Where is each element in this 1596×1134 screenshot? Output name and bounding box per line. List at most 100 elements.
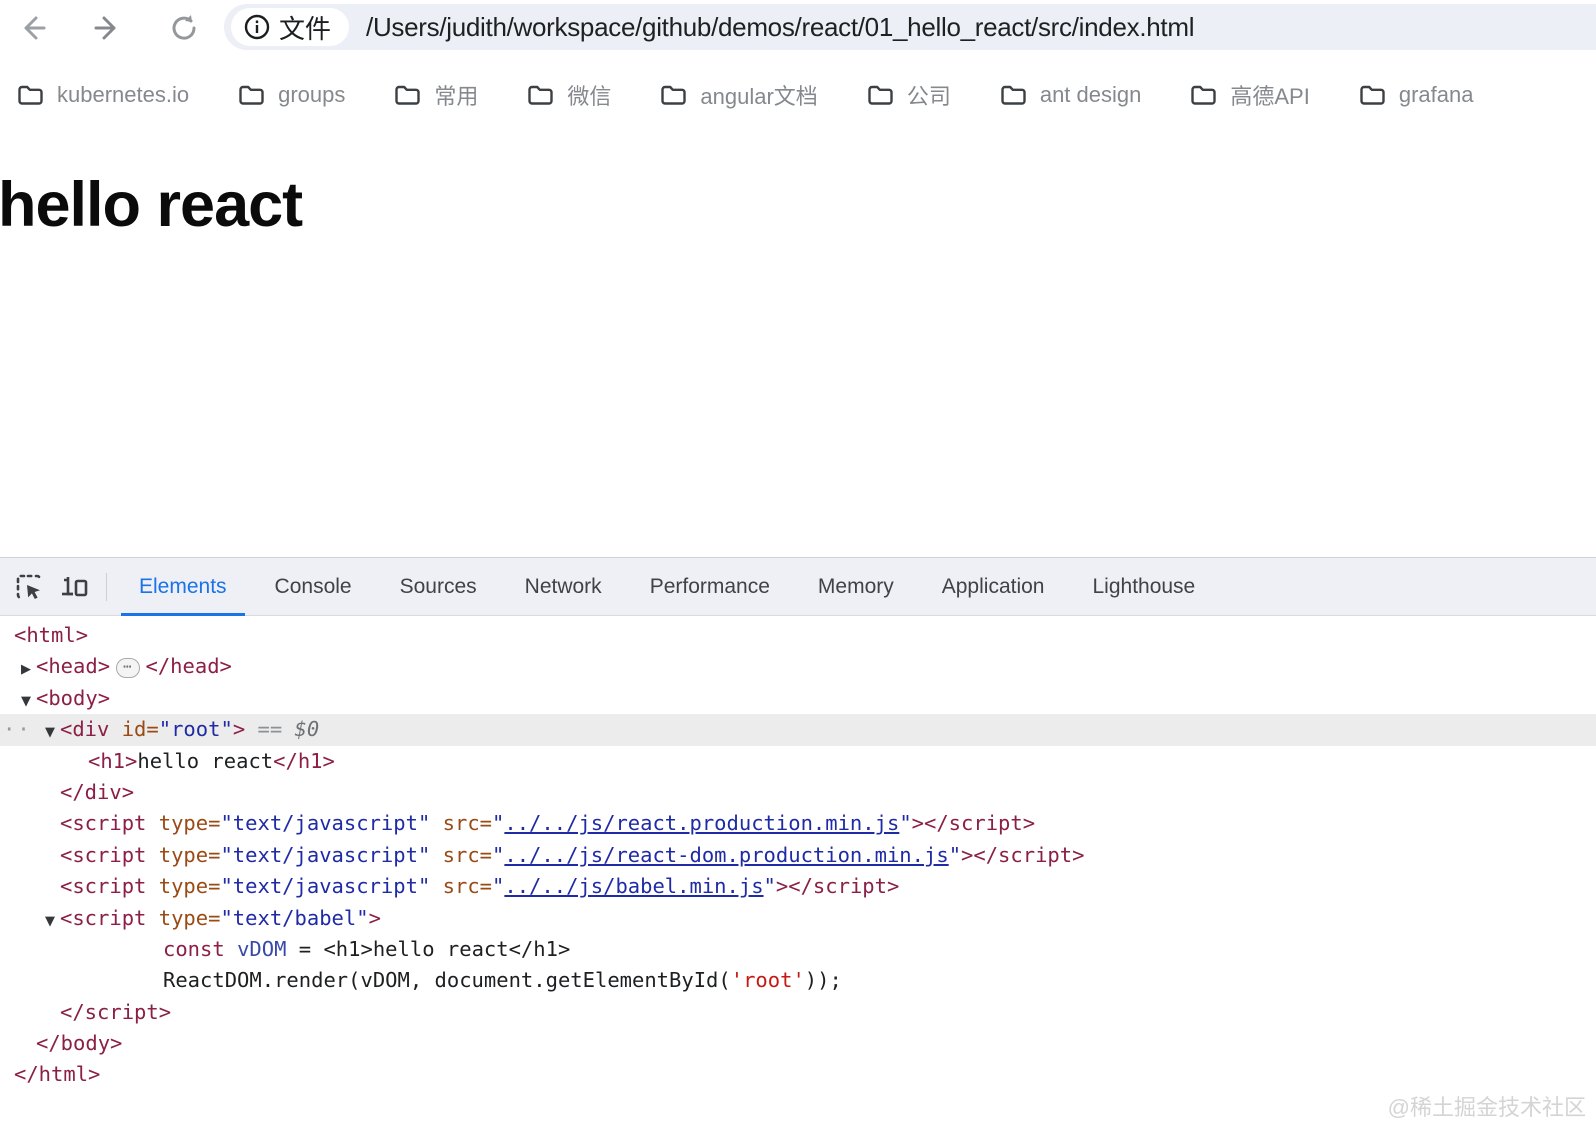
bookmark-label: ant design <box>1039 81 1142 107</box>
devtools-tree-row[interactable]: const vDOM = <h1>hello react</h1> <box>0 934 1596 965</box>
bookmark-item[interactable]: 常用 <box>394 79 478 111</box>
tab-elements[interactable]: Elements <box>115 558 251 616</box>
bookmark-label: 常用 <box>434 83 479 109</box>
code-token: </script> <box>60 999 172 1024</box>
code-token: = <h1>hello react</h1> <box>286 936 571 961</box>
devtools-tree-row[interactable]: </div> <box>0 777 1596 808</box>
code-token: vDOM <box>237 936 287 961</box>
gutter-marker: ·· <box>3 717 32 742</box>
code-token: )); <box>804 968 842 993</box>
reload-icon <box>168 12 200 44</box>
chevron-down-icon[interactable]: ▼ <box>40 906 60 937</box>
bookmark-item[interactable]: groups <box>238 82 345 108</box>
code-token: src= <box>442 842 493 867</box>
expand-inline-icon[interactable]: ⋯ <box>116 658 140 679</box>
code-token: type= <box>158 874 221 899</box>
back-icon <box>16 12 48 44</box>
resource-link[interactable]: ../../js/babel.min.js <box>504 874 763 898</box>
code-token: ></script> <box>961 842 1085 867</box>
bookmark-item[interactable]: angular文档 <box>660 79 818 111</box>
code-token: </body> <box>36 1031 123 1056</box>
devtools-tree-row[interactable]: ▼ <script type="text/babel"> <box>0 903 1596 934</box>
bookmark-item[interactable]: 微信 <box>527 79 611 111</box>
devtools-panel: Elements Console Sources Network Performance… <box>0 557 1596 1134</box>
bookmark-label: 高德API <box>1230 83 1310 109</box>
inspect-element-button[interactable] <box>6 558 52 616</box>
bookmark-item[interactable]: 公司 <box>867 79 951 111</box>
code-token: " <box>492 811 505 836</box>
code-token: <h1> <box>88 748 138 773</box>
devtools-tree-row[interactable]: ·· ▼ <div id="root"> == $0 <box>0 714 1596 748</box>
devtools-tree-row[interactable]: ▼ <body> <box>0 683 1596 714</box>
chevron-down-icon[interactable]: ▼ <box>40 717 60 748</box>
code-token: <head> <box>36 654 111 679</box>
folder-icon <box>867 83 894 107</box>
code-token: src= <box>442 874 493 899</box>
bookmark-item[interactable]: ant design <box>1000 81 1142 108</box>
code-token: $0 <box>294 717 320 742</box>
reload-button[interactable] <box>166 10 202 46</box>
folder-icon <box>527 83 554 107</box>
code-token: type= <box>158 905 221 930</box>
devtools-tree-row[interactable]: <script type="text/javascript" src="../.… <box>0 840 1596 871</box>
device-toolbar-button[interactable] <box>52 558 98 616</box>
scheme-label: 文件 <box>279 13 332 44</box>
code-token: id= <box>121 717 159 742</box>
devtools-toolbar: Elements Console Sources Network Performance… <box>0 558 1596 616</box>
info-icon <box>243 13 271 41</box>
resource-link[interactable]: ../../js/react-dom.production.min.js <box>504 843 948 867</box>
resource-link[interactable]: ../../js/react.production.min.js <box>504 811 899 835</box>
bookmark-item[interactable]: grafana <box>1359 82 1473 108</box>
chevron-down-icon[interactable]: ▼ <box>16 686 36 717</box>
devtools-tree-row[interactable]: </script> <box>0 997 1596 1028</box>
devtools-tree-row[interactable]: <script type="text/javascript" src="../.… <box>0 871 1596 902</box>
devtools-tree-row[interactable]: </html> <box>0 1059 1596 1090</box>
code-token: <body> <box>36 685 111 710</box>
devtools-tree-row[interactable]: <html> <box>0 620 1596 651</box>
folder-icon <box>660 83 687 107</box>
devtools-tree-row[interactable]: </body> <box>0 1028 1596 1059</box>
code-token: <script <box>60 874 147 899</box>
code-token: " <box>492 874 505 899</box>
devtools-tree-row[interactable]: ▶ <head> ⋯ </head> <box>0 651 1596 682</box>
code-token: <script <box>60 811 147 836</box>
page-content: hello react <box>0 133 1596 557</box>
file-scheme-chip[interactable]: 文件 <box>231 8 350 46</box>
bookmark-item[interactable]: 高德API <box>1190 79 1310 111</box>
forward-button[interactable] <box>90 10 126 46</box>
bookmark-item[interactable]: kubernetes.io <box>17 82 189 108</box>
tab-console[interactable]: Console <box>251 558 376 616</box>
code-token: <div <box>60 717 110 742</box>
devtools-tree-row[interactable]: <script type="text/javascript" src="../.… <box>0 808 1596 839</box>
chevron-right-icon[interactable]: ▶ <box>16 654 36 685</box>
folder-icon <box>1000 83 1027 107</box>
folder-icon <box>238 83 265 107</box>
code-token: type= <box>158 811 221 836</box>
devtools-tree-row[interactable]: ReactDOM.render(vDOM, document.getElemen… <box>0 965 1596 996</box>
folder-icon <box>1190 83 1217 107</box>
code-token: "text/javascript" <box>220 842 431 867</box>
tab-lighthouse[interactable]: Lighthouse <box>1068 558 1219 616</box>
address-bar[interactable]: 文件 /Users/judith/workspace/github/demos/… <box>224 4 1596 50</box>
code-token: "text/javascript" <box>220 874 431 899</box>
tab-sources[interactable]: Sources <box>376 558 501 616</box>
tab-network[interactable]: Network <box>501 558 626 616</box>
code-token: " <box>763 874 776 899</box>
back-button[interactable] <box>14 10 50 46</box>
code-token: " <box>492 842 505 867</box>
devtools-tree-row[interactable]: <h1>hello react</h1> <box>0 746 1596 777</box>
tab-performance[interactable]: Performance <box>626 558 794 616</box>
url-text[interactable]: /Users/judith/workspace/github/demos/rea… <box>366 12 1194 43</box>
code-token: </html> <box>14 1062 101 1087</box>
tab-application[interactable]: Application <box>918 558 1069 616</box>
browser-window: 文件 /Users/judith/workspace/github/demos/… <box>0 0 1596 1134</box>
code-token: hello react <box>137 748 274 773</box>
code-token: </div> <box>60 779 135 804</box>
tab-memory[interactable]: Memory <box>794 558 918 616</box>
